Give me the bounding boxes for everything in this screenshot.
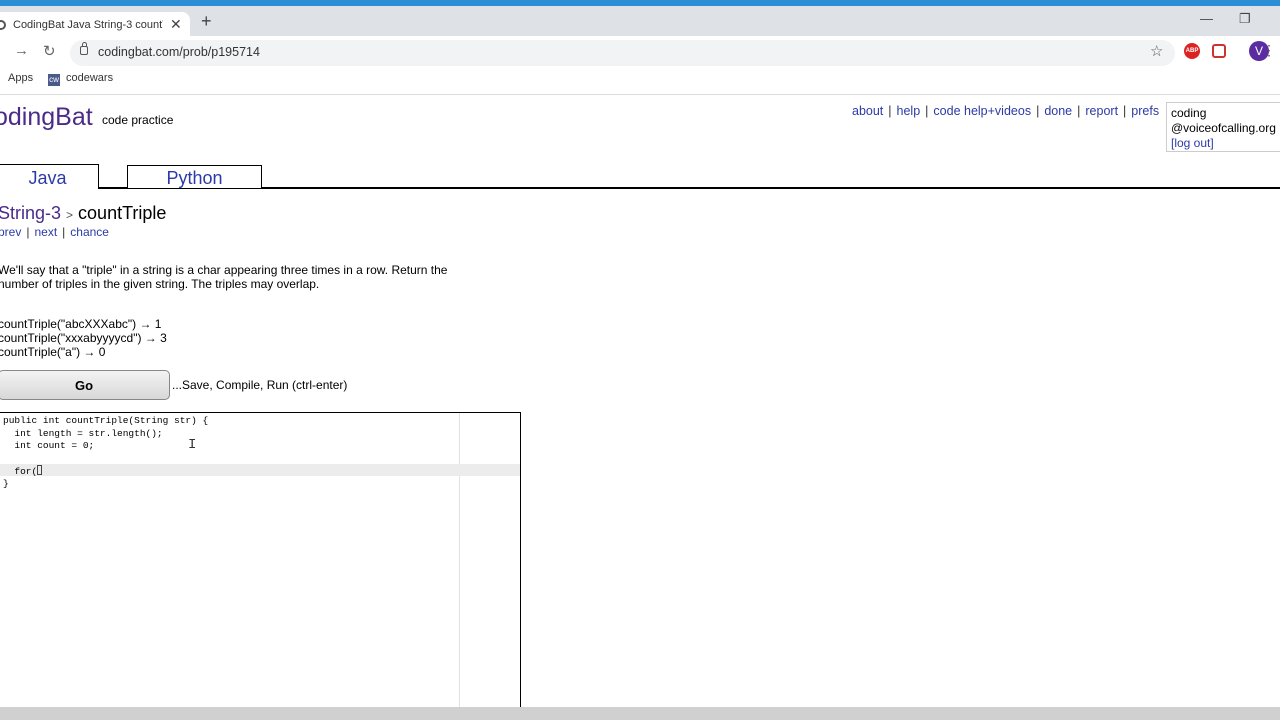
nav-prefs[interactable]: prefs bbox=[1131, 104, 1159, 118]
adblock-icon[interactable]: ABP bbox=[1184, 43, 1200, 59]
browser-tab-bar: CodingBat Java String-3 countTri ✕ + — ❐ bbox=[0, 6, 1280, 40]
breadcrumb-section[interactable]: String-3 bbox=[0, 203, 61, 223]
bookmark-apps[interactable]: Apps bbox=[8, 72, 33, 84]
example-item: countTriple("xxxabyyyycd") → 3 bbox=[0, 331, 167, 345]
bookmark-codewars-label: codewars bbox=[66, 72, 114, 84]
nav-help[interactable]: help bbox=[897, 104, 921, 118]
nav-code-help[interactable]: code help+videos bbox=[933, 104, 1031, 118]
bookmark-codewars[interactable]: cw codewars bbox=[48, 72, 113, 86]
minimize-icon[interactable]: — bbox=[1200, 11, 1213, 26]
site-logo-subtitle: code practice bbox=[102, 113, 174, 127]
reload-icon[interactable]: ↻ bbox=[43, 42, 56, 60]
prev-link[interactable]: prev bbox=[0, 225, 21, 239]
text-cursor bbox=[37, 465, 43, 475]
code-line: for( bbox=[3, 466, 38, 477]
nav-about[interactable]: about bbox=[852, 104, 883, 118]
new-tab-icon[interactable]: + bbox=[201, 11, 212, 32]
chance-link[interactable]: chance bbox=[70, 225, 109, 239]
problem-title: countTriple bbox=[78, 203, 167, 223]
bookmarks-bar: Apps cw codewars bbox=[0, 68, 1280, 95]
editor-code: public int countTriple(String str) { int… bbox=[3, 415, 208, 490]
code-line: } bbox=[3, 477, 9, 489]
problem-description: We'll say that a "triple" in a string is… bbox=[0, 263, 498, 291]
code-line: public int countTriple(String str) { bbox=[3, 415, 209, 426]
site-logo[interactable]: odingBat bbox=[0, 103, 93, 132]
tab-title: CodingBat Java String-3 countTri bbox=[13, 19, 163, 31]
example-item: countTriple("abcXXXabc") → 1 bbox=[0, 317, 162, 331]
breadcrumb: String-3 > countTriple bbox=[0, 203, 166, 224]
tab-close-icon[interactable]: ✕ bbox=[170, 16, 182, 33]
code-line-cursor: for( bbox=[3, 465, 208, 478]
address-bar-row: → ↻ codingbat.com/prob/p195714 ☆ ABP V ⋮ bbox=[0, 36, 1280, 68]
page-content: odingBat code practice about | help | code h… bbox=[0, 95, 1280, 720]
code-line: int length = str.length(); bbox=[3, 427, 163, 439]
code-line: int count = 0; bbox=[3, 440, 95, 451]
tab-python[interactable]: Python bbox=[127, 165, 262, 188]
nav-done[interactable]: done bbox=[1044, 104, 1072, 118]
breadcrumb-separator: > bbox=[66, 208, 74, 222]
top-nav-links: about | help | code help+videos | done | report |… bbox=[852, 104, 1160, 118]
go-button[interactable]: Go bbox=[0, 370, 170, 400]
user-box: coding @voiceofcalling.org [log out] bbox=[1166, 102, 1280, 152]
restore-icon[interactable]: ❐ bbox=[1239, 11, 1251, 27]
description-line: We'll say that a "triple" in a string is… bbox=[0, 263, 448, 277]
description-line: number of triples in the given string. T… bbox=[0, 277, 320, 291]
go-hint: ...Save, Compile, Run (ctrl-enter) bbox=[172, 378, 348, 392]
lock-icon bbox=[80, 42, 88, 55]
logout-link[interactable]: [log out] bbox=[1171, 136, 1214, 150]
tab-favicon-icon bbox=[0, 20, 6, 30]
problem-nav: prev | next | chance bbox=[0, 225, 109, 239]
horizontal-scrollbar[interactable] bbox=[0, 707, 1280, 720]
back-icon[interactable]: → bbox=[14, 42, 29, 59]
example-item: countTriple("a") → 0 bbox=[0, 345, 106, 359]
code-editor[interactable]: public int countTriple(String str) { int… bbox=[0, 412, 521, 707]
omnibox[interactable]: codingbat.com/prob/p195714 ☆ bbox=[70, 40, 1175, 66]
browser-menu-icon[interactable]: ⋮ bbox=[1262, 42, 1276, 59]
url-text: codingbat.com/prob/p195714 bbox=[98, 45, 260, 59]
next-link[interactable]: next bbox=[34, 225, 57, 239]
nav-report[interactable]: report bbox=[1085, 104, 1118, 118]
codewars-icon: cw bbox=[48, 74, 60, 86]
user-name-line1: coding bbox=[1171, 106, 1207, 120]
user-name-line2: @voiceofcalling.org bbox=[1171, 121, 1276, 135]
editor-print-margin bbox=[459, 413, 460, 707]
mouse-ibeam-cursor: I bbox=[188, 437, 197, 453]
tab-java[interactable]: Java bbox=[0, 164, 99, 189]
pocket-icon[interactable] bbox=[1212, 44, 1226, 58]
bookmark-star-icon[interactable]: ☆ bbox=[1150, 42, 1163, 60]
examples-list: countTriple("abcXXXabc") → 1 countTriple… bbox=[0, 317, 167, 359]
